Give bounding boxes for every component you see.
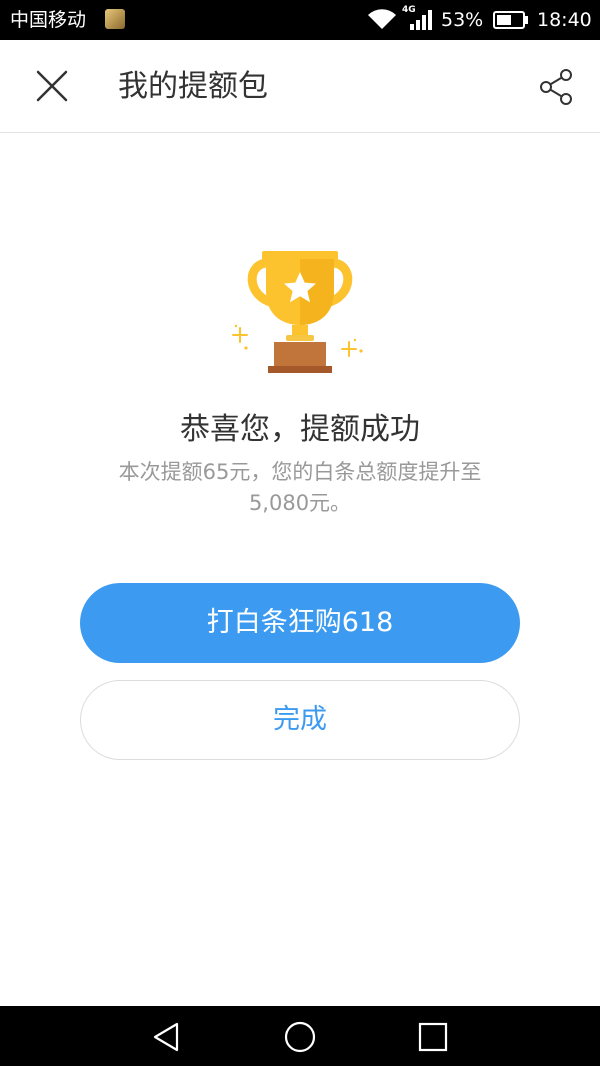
shop-618-button[interactable]: 打白条狂购618 — [80, 583, 520, 663]
share-button[interactable] — [533, 64, 579, 110]
battery-percent: 53% — [441, 9, 484, 31]
share-icon — [540, 69, 572, 105]
back-icon[interactable] — [150, 1020, 184, 1054]
recent-apps-icon[interactable] — [418, 1022, 448, 1052]
close-icon — [36, 70, 68, 102]
carrier-name: 中国移动 — [10, 9, 87, 31]
home-icon[interactable] — [283, 1020, 317, 1054]
status-bar: 中国移动 4G 53% 18:40 — [0, 0, 600, 40]
battery-icon — [493, 11, 528, 29]
app-notification-icon — [105, 9, 125, 29]
trophy-icon — [232, 251, 363, 373]
app-header: 我的提额包 — [0, 40, 600, 133]
success-title: 恭喜您，提额成功 — [180, 412, 420, 447]
signal-icon — [410, 10, 432, 30]
clock: 18:40 — [537, 9, 592, 31]
close-button[interactable] — [28, 62, 76, 110]
success-description: 本次提额65元，您的白条总额度提升至5,080元。 — [118, 460, 482, 515]
wifi-icon — [368, 9, 396, 29]
page-title: 我的提额包 — [118, 69, 268, 104]
system-nav-bar — [0, 1006, 600, 1066]
done-button[interactable]: 完成 — [80, 680, 520, 760]
